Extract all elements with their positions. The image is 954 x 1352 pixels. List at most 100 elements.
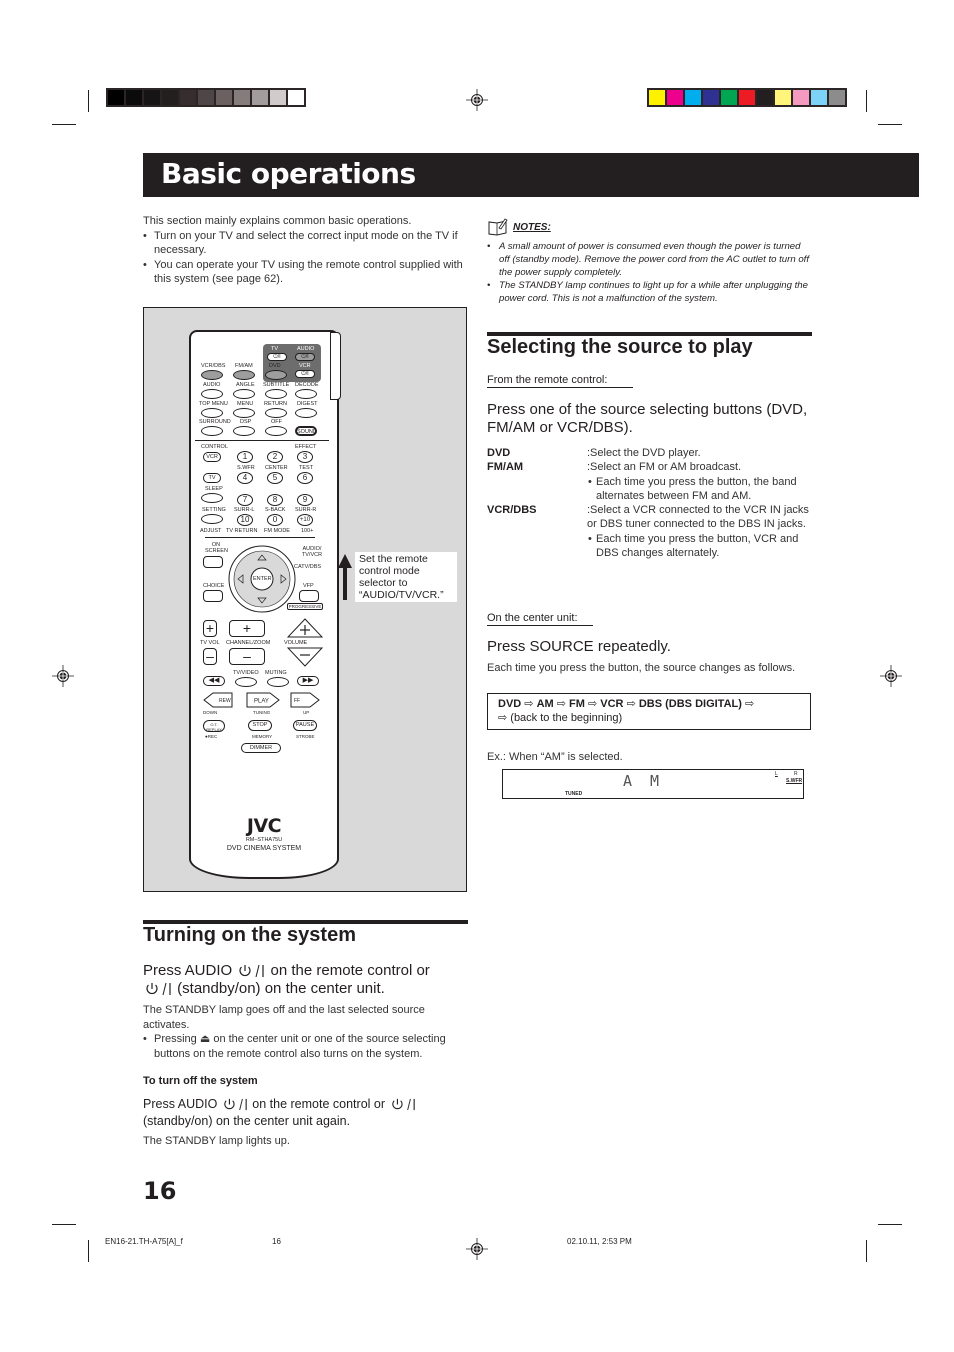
note-item: The STANDBY lamp continues to light up f… [487,279,812,305]
number-button-10[interactable]: 10 [237,514,253,526]
sequence-arrow-icon: ⇨ [744,698,755,710]
color-swatch [757,90,773,105]
step-turn-off: Press AUDIO on the remote control or (st… [143,1096,473,1130]
number-button-plus10[interactable]: +10 [297,514,313,526]
audio-power-button[interactable]: ⏻/I [295,353,315,361]
ff-button[interactable]: FF [290,692,320,708]
footer-date: 02.10.11, 2:53 PM [567,1237,632,1246]
label-down: DOWN [203,710,218,715]
tv-vol-up-button[interactable]: + [203,620,217,637]
setting-button[interactable] [201,514,223,524]
number-button-2[interactable]: 2 [267,451,283,463]
dimmer-button[interactable]: DIMMER [241,743,281,753]
number-button-5[interactable]: 5 [267,472,283,484]
enter-button[interactable]: ENTER [253,576,272,582]
muting-button[interactable] [267,677,289,687]
return-button[interactable] [265,408,287,418]
decode-button[interactable] [295,389,317,399]
svg-text:REW: REW [219,698,231,704]
model-number: RM–STHA75U [245,837,283,843]
section-title-selecting: Selecting the source to play [487,336,753,358]
vfp-button[interactable] [299,590,319,602]
registration-mark-icon [466,89,488,111]
number-button-8[interactable]: 8 [267,494,283,506]
color-swatch [829,90,845,105]
vcr-dbs-button[interactable] [201,370,223,380]
crop-mark [878,1224,902,1225]
number-button-1[interactable]: 1 [237,451,253,463]
color-swatch [162,90,178,105]
tv-control-button[interactable]: TV [203,473,221,483]
label-channel-zoom: CHANNEL/ZOOM [226,640,271,646]
fast-forward-skip-button[interactable]: ▶▶ [297,676,319,686]
digest-button[interactable] [295,408,317,418]
sound-button[interactable]: SOUND [295,426,317,436]
number-button-3[interactable]: 3 [297,451,313,463]
label-digest: DIGEST [297,401,318,407]
menu-button[interactable] [233,408,255,418]
eject-icon: ⏏ [199,1033,211,1045]
volume-down-button[interactable] [287,647,323,667]
definition-note: Each time you press the button, the band… [587,475,812,504]
audio-button[interactable] [201,389,223,399]
svg-text:PLAY: PLAY [254,699,269,705]
ot-replay-button[interactable]: O.T. REPLAY [203,720,225,732]
fm-am-button[interactable] [233,370,255,380]
top-menu-button[interactable] [201,408,223,418]
sequence-item: VCR [600,698,624,710]
dsp-button[interactable] [233,426,255,436]
mode-selector-switch[interactable] [330,332,341,400]
color-swatch [126,90,142,105]
sleep-button[interactable] [201,493,223,503]
label-vcr-power: VCR [299,363,311,369]
label-angle: ANGLE [236,382,255,388]
label-decode: DECODE [295,382,319,388]
label-menu: MENU [237,401,254,407]
play-button[interactable]: PLAY [246,692,280,708]
registration-mark-icon [880,665,902,687]
channel-up-button[interactable]: + [229,620,265,637]
color-swatch [108,90,124,105]
rewind-skip-button[interactable]: ◀◀ [203,676,225,686]
on-screen-button[interactable] [203,556,223,568]
turn-on-description: The STANDBY lamp goes off and the last s… [143,1004,425,1031]
tv-power-button[interactable]: ⏻/I [267,353,287,361]
vcr-control-button[interactable]: VCR [203,452,221,462]
definition-term: DVD [487,447,511,459]
definition-desc: :Select the DVD player. [587,447,701,459]
number-button-4[interactable]: 4 [237,472,253,484]
tv-video-button[interactable] [235,677,257,687]
label-fm-mode: FM MODE [264,528,290,534]
number-button-6[interactable]: 6 [297,472,313,484]
label-up: UP [303,710,310,715]
source-definitions: DVD :Select the DVD player. FM/AM :Selec… [487,446,812,560]
off-button[interactable] [265,426,287,436]
registration-mark-icon [466,1238,488,1260]
dvd-button[interactable] [265,370,287,380]
choice-button[interactable] [203,590,223,602]
standby-power-icon [224,1099,247,1111]
channel-down-button[interactable]: – [229,648,265,665]
definition-term: VCR/DBS [487,504,537,517]
sequence-item: FM [569,698,585,710]
surround-button[interactable] [201,426,223,436]
label-vfp: VFP [303,583,314,589]
intro-bullet: You can operate your TV using the remote… [143,258,473,287]
stop-button[interactable]: STOP [248,720,272,731]
tv-vol-down-button[interactable]: – [203,648,217,665]
label-audio-tv-vcr: AUDIO/ TV/VCR [301,546,323,558]
subtitle-button[interactable] [265,389,287,399]
label-tuning: TUNING [253,710,271,715]
sequence-arrow-icon: ⇨ [587,698,598,710]
label-return: RETURN [264,401,287,407]
angle-button[interactable] [233,389,255,399]
color-swatch [288,90,304,105]
pause-button[interactable]: PAUSE [293,720,317,731]
page-title: Basic operations [161,157,416,190]
number-button-9[interactable]: 9 [297,494,313,506]
number-button-7[interactable]: 7 [237,494,253,506]
number-button-0[interactable]: 0 [267,514,283,526]
volume-up-button[interactable] [287,618,323,638]
rew-button[interactable]: REW [203,692,233,708]
vcr-power-button[interactable]: ⏻/I [295,370,315,378]
